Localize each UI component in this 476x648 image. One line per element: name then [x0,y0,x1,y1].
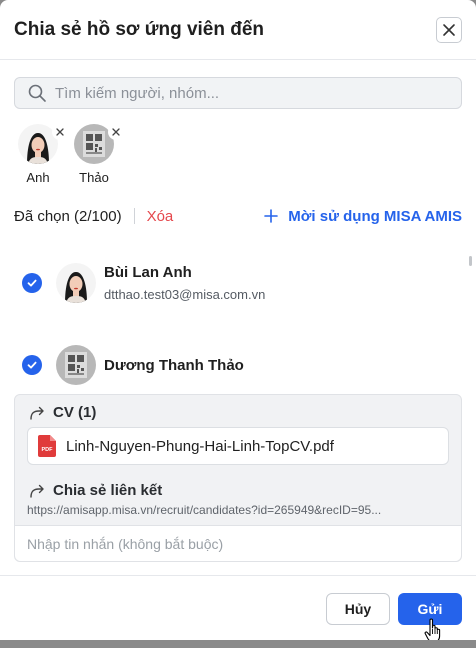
cv-label: CV (1) [53,404,97,421]
scrollbar[interactable] [469,256,472,266]
selected-chips: Anh Thảo [16,124,124,185]
avatar [56,345,96,385]
message-box[interactable] [15,525,461,561]
share-link-label: Chia sẻ liên kết [53,482,163,499]
person-info: Bùi Lan Anh dtthao.test03@misa.com.vn [104,264,265,302]
pdf-icon: PDF [38,435,56,457]
list-item[interactable]: Bùi Lan Anh dtthao.test03@misa.com.vn [14,252,462,314]
person-email: dtthao.test03@misa.com.vn [104,287,266,302]
people-list: Bùi Lan Anh dtthao.test03@misa.com.vn Dư… [14,252,462,416]
message-input[interactable] [27,535,447,552]
attachments-panel: CV (1) PDF Linh-Nguyen-Phung-Hai-Linh-To… [14,394,462,562]
dialog-footer: Hủy Gửi [0,575,476,640]
dialog-header: Chia sẻ hồ sơ ứng viên đến [0,0,476,60]
invite-button[interactable]: Mời sử dụng MISA AMIS [264,208,462,225]
person-info: Dương Thanh Thảo [104,357,244,374]
pdf-badge-text: PDF [42,447,54,453]
check-icon [27,361,37,369]
cv-header: CV (1) [29,404,96,421]
close-button[interactable] [436,16,462,43]
remove-chip-button[interactable] [108,124,124,140]
search-box[interactable] [14,77,462,109]
dialog-title: Chia sẻ hồ sơ ứng viên đến [14,18,265,40]
plus-icon [264,209,279,223]
person-name: Bùi Lan Anh [104,264,192,281]
search-input[interactable] [55,84,435,102]
share-link-header: Chia sẻ liên kết [29,482,162,499]
backdrop [0,640,476,648]
person-name: Dương Thanh Thảo [104,356,244,374]
close-icon [56,128,64,136]
selected-count: Đã chọn (2/100) [14,207,122,225]
chip-anh: Anh [16,124,68,185]
avatar [56,263,96,303]
check-icon [27,279,37,287]
share-dialog: Chia sẻ hồ sơ ứng viên đến Anh [0,0,476,640]
checkbox-checked[interactable] [22,355,42,375]
list-item[interactable]: Dương Thanh Thảo [14,334,462,396]
close-icon [112,128,120,136]
chip-label: Anh [26,170,50,185]
remove-chip-button[interactable] [52,124,68,140]
selection-bar: Đã chọn (2/100) Xóa Mời sử dụng MISA AMI… [14,206,462,226]
cancel-button[interactable]: Hủy [326,593,390,625]
search-icon [27,83,47,103]
invite-label: Mời sử dụng MISA AMIS [288,207,462,225]
attachment-file[interactable]: PDF Linh-Nguyen-Phung-Hai-Linh-TopCV.pdf [27,427,449,465]
chip-thao: Thảo [72,124,124,185]
checkbox-checked[interactable] [22,273,42,293]
share-link-url[interactable]: https://amisapp.misa.vn/recruit/candidat… [27,503,449,517]
share-arrow-icon [29,484,45,498]
divider [133,208,135,224]
close-icon [443,23,455,36]
chip-label: Thảo [79,170,109,185]
clear-selection-link[interactable]: Xóa [147,208,174,225]
file-name: Linh-Nguyen-Phung-Hai-Linh-TopCV.pdf [66,437,334,455]
share-arrow-icon [29,406,45,420]
